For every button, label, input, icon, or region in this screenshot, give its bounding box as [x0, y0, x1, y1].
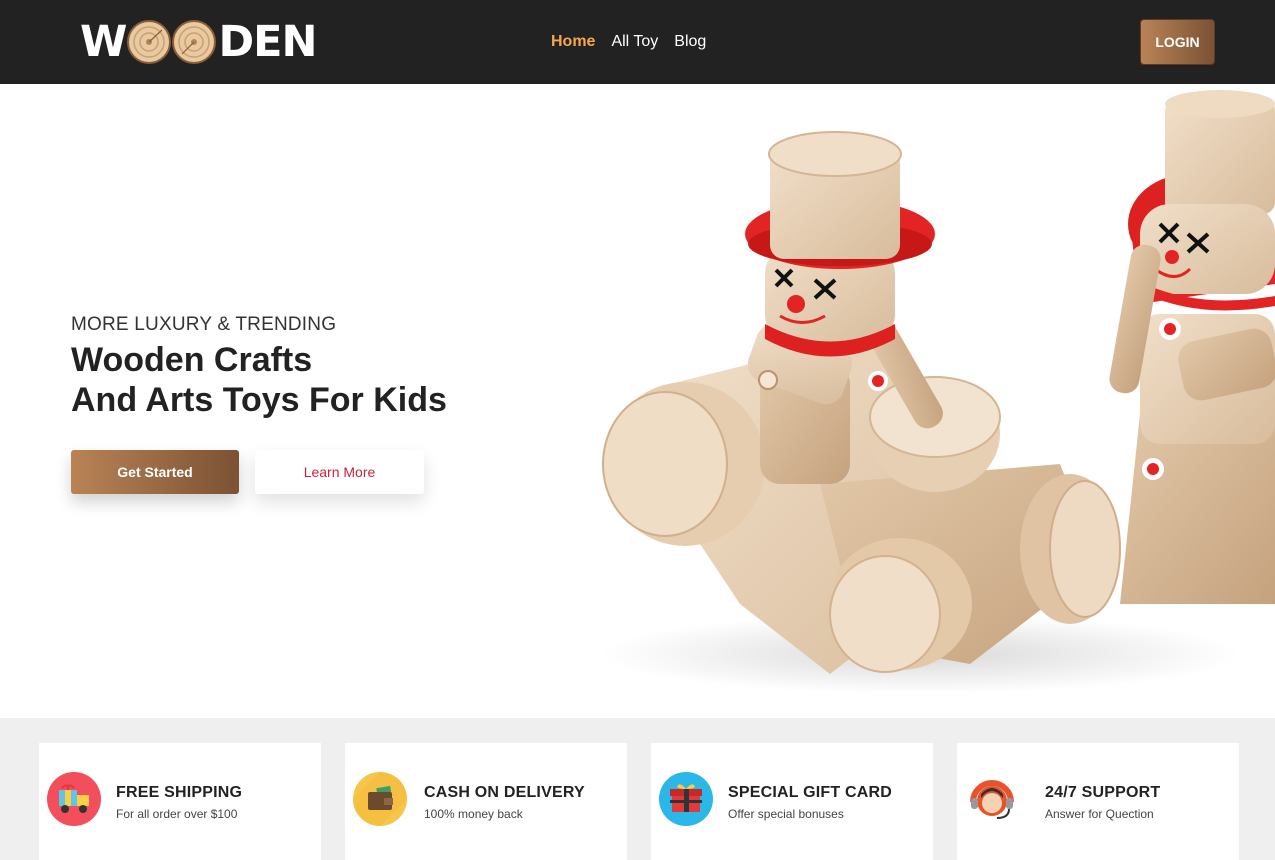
get-started-button[interactable]: Get Started	[71, 450, 239, 494]
feature-title: FREE SHIPPING	[116, 784, 243, 801]
logo-text-start: W	[80, 16, 127, 67]
feature-desc: 100% money back	[424, 807, 523, 821]
feature-card-free-shipping: FREE SHIPPING For all order over $100	[39, 743, 321, 860]
delivery-truck-icon	[47, 772, 101, 826]
nav-blog[interactable]: Blog	[674, 33, 706, 51]
main-nav: Home All Toy Blog	[551, 33, 706, 51]
feature-title: SPECIAL GIFT CARD	[728, 784, 893, 801]
feature-title: 24/7 SUPPORT	[1045, 784, 1161, 801]
feature-card-special-gift-card: SPECIAL GIFT CARD Offer special bonuses	[651, 743, 933, 860]
feature-desc: Offer special bonuses	[728, 807, 844, 821]
nav-home[interactable]: Home	[551, 33, 595, 51]
log-slice-icon	[127, 20, 217, 64]
wooden-toys-image	[600, 90, 1275, 694]
feature-card-support: 24/7 SUPPORT Answer for Quection	[957, 743, 1239, 860]
feature-card-cash-on-delivery: CASH ON DELIVERY 100% money back	[345, 743, 627, 860]
hero-subtitle: MORE LUXURY & TRENDING	[71, 314, 337, 335]
gift-icon	[659, 772, 713, 826]
learn-more-button[interactable]: Learn More	[255, 450, 424, 494]
feature-desc: Answer for Quection	[1045, 807, 1154, 821]
site-header: W DEN Home All Toy Blog LOGIN	[0, 0, 1275, 84]
wallet-icon	[353, 772, 407, 826]
hero-section: MORE LUXURY & TRENDING Wooden Crafts And…	[0, 84, 1275, 718]
nav-all-toy[interactable]: All Toy	[611, 33, 658, 51]
features-bar: FREE SHIPPING For all order over $100 CA…	[0, 718, 1275, 860]
hero-buttons: Get Started Learn More	[71, 450, 424, 494]
logo-text-end: DEN	[218, 16, 317, 67]
feature-desc: For all order over $100	[116, 807, 238, 821]
support-agent-icon	[970, 780, 1014, 819]
feature-title: CASH ON DELIVERY	[424, 784, 585, 801]
hero-text: MORE LUXURY & TRENDING Wooden Crafts And…	[71, 314, 447, 420]
hero-title-line1: Wooden Crafts	[71, 341, 313, 379]
site-logo[interactable]: W DEN	[80, 14, 318, 70]
right-clown-figure	[1109, 90, 1275, 604]
login-button[interactable]: LOGIN	[1140, 19, 1215, 65]
hero-title-line2: And Arts Toys For Kids	[71, 381, 447, 419]
hero-title: Wooden Crafts And Arts Toys For Kids	[71, 340, 447, 420]
